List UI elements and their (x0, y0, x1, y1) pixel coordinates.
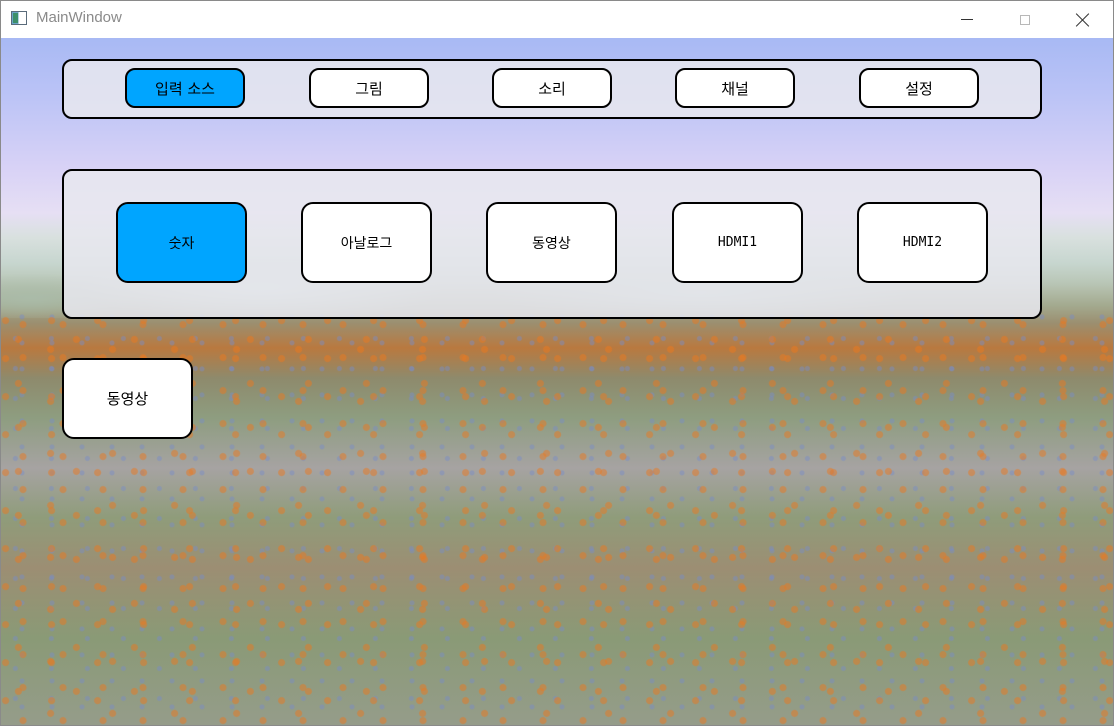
source-button-hdmi2[interactable]: HDMI2 (857, 202, 988, 283)
maximize-icon (1020, 14, 1030, 25)
tab-sound[interactable]: 소리 (492, 68, 612, 108)
tab-picture[interactable]: 그림 (309, 68, 429, 108)
maximize-button[interactable] (996, 1, 1054, 38)
selected-source-button[interactable]: 동영상 (62, 358, 193, 439)
title-bar[interactable]: MainWindow (1, 1, 1113, 38)
window-title: MainWindow (36, 9, 122, 26)
tab-settings[interactable]: 설정 (859, 68, 979, 108)
minimize-button[interactable] (938, 1, 996, 38)
source-button-digital[interactable]: 숫자 (116, 202, 247, 283)
close-button[interactable] (1054, 1, 1112, 38)
source-button-analog[interactable]: 아날로그 (301, 202, 432, 283)
app-icon (11, 11, 27, 25)
content-area: 입력 소스 그림 소리 채널 설정 숫자 아날로그 동영상 HDMI1 HDMI… (1, 38, 1113, 725)
source-button-hdmi1[interactable]: HDMI1 (672, 202, 803, 283)
source-button-video[interactable]: 동영상 (486, 202, 617, 283)
tab-input-source[interactable]: 입력 소스 (125, 68, 245, 108)
minimize-icon (961, 19, 973, 20)
tab-channel[interactable]: 채널 (675, 68, 795, 108)
main-window: MainWindow 입력 소스 그림 소리 채널 설정 숫자 아날로그 동영상… (0, 0, 1114, 726)
close-icon (1076, 13, 1090, 27)
